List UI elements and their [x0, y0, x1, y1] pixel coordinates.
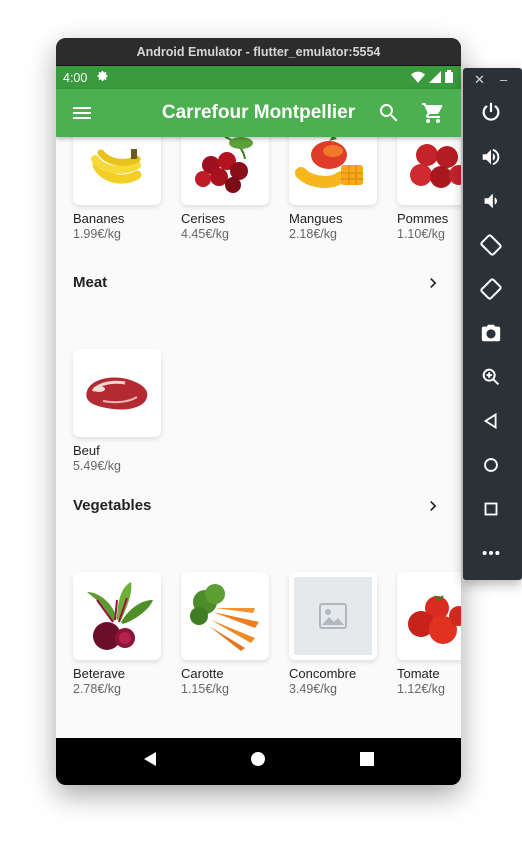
product-price: 1.10€/kg — [397, 227, 445, 241]
volume-down-icon[interactable] — [480, 190, 504, 214]
product-price: 5.49€/kg — [73, 459, 121, 473]
recents-icon[interactable] — [359, 751, 375, 772]
search-icon[interactable] — [377, 101, 401, 125]
product-name: Beuf — [73, 443, 100, 458]
product-image — [289, 572, 377, 660]
section-title: Vegetables — [73, 497, 152, 514]
product-name: Carotte — [181, 666, 224, 681]
product-price: 2.18€/kg — [289, 227, 337, 241]
product-name: Concombre — [289, 666, 357, 681]
home-icon[interactable] — [480, 454, 504, 478]
product-name: Beterave — [73, 666, 126, 681]
product-price: 2.78€/kg — [73, 682, 121, 696]
product-name: Pommes — [397, 211, 449, 226]
back-icon[interactable] — [142, 751, 158, 772]
emulator-side-panel: ✕ – — [463, 68, 522, 580]
power-icon[interactable] — [480, 101, 504, 125]
product-name: Mangues — [289, 211, 343, 226]
close-icon[interactable]: ✕ — [474, 72, 485, 88]
chevron-right-icon[interactable] — [423, 496, 443, 516]
app-bar: Carrefour Montpellier — [56, 89, 461, 137]
image-placeholder-icon — [319, 603, 347, 629]
emulator-window: Android Emulator - flutter_emulator:5554… — [56, 38, 461, 785]
product-card[interactable]: Mangues 2.18€/kg — [289, 137, 377, 241]
battery-icon — [445, 70, 453, 86]
product-card[interactable]: Beuf 5.49€/kg — [73, 349, 161, 473]
product-price: 3.49€/kg — [289, 682, 337, 696]
overview-icon[interactable] — [480, 498, 504, 522]
product-image — [181, 572, 269, 660]
back-icon[interactable] — [480, 410, 504, 434]
product-list[interactable]: Bananes 1.99€/kg Cerises 4.45€/kg Mangue… — [56, 137, 461, 714]
product-name: Bananes — [73, 211, 125, 226]
gear-icon — [97, 70, 109, 85]
product-card[interactable]: Pommes 1.10€/kg — [397, 137, 461, 241]
android-navbar — [56, 738, 461, 785]
device-screen: 4:00 Carrefour Montpellier Bananes 1.99€… — [56, 66, 461, 785]
zoom-icon[interactable] — [480, 366, 504, 390]
volume-up-icon[interactable] — [480, 146, 504, 170]
status-time: 4:00 — [63, 70, 88, 85]
product-name: Tomate — [397, 666, 440, 681]
vegetables-row[interactable]: Beterave 2.78€/kg Carotte 1.15€/kg Conco… — [73, 572, 461, 696]
wifi-icon — [411, 71, 425, 86]
product-image — [397, 137, 461, 205]
product-image — [289, 137, 377, 205]
more-icon[interactable] — [480, 542, 504, 566]
product-card[interactable]: Tomate 1.12€/kg — [397, 572, 461, 696]
cart-icon[interactable] — [421, 101, 445, 125]
status-bar: 4:00 — [56, 66, 461, 89]
section-header-vegetables[interactable]: Vegetables — [73, 494, 443, 518]
camera-icon[interactable] — [480, 322, 504, 346]
home-icon[interactable] — [250, 751, 266, 772]
side-panel-top: ✕ – — [463, 68, 522, 92]
product-price: 4.45€/kg — [181, 227, 229, 241]
meat-row[interactable]: Beuf 5.49€/kg — [73, 349, 161, 473]
product-name: Cerises — [181, 211, 226, 226]
rotate-right-icon[interactable] — [480, 278, 504, 302]
section-header-meat[interactable]: Meat — [73, 271, 443, 295]
product-price: 1.15€/kg — [181, 682, 229, 696]
product-image — [73, 349, 161, 437]
product-image — [73, 137, 161, 205]
fruits-row[interactable]: Bananes 1.99€/kg Cerises 4.45€/kg Mangue… — [73, 137, 461, 241]
rotate-left-icon[interactable] — [480, 234, 504, 258]
product-card[interactable]: Carotte 1.15€/kg — [181, 572, 269, 696]
product-card[interactable]: Bananes 1.99€/kg — [73, 137, 161, 241]
section-title: Meat — [73, 274, 108, 291]
window-title: Android Emulator - flutter_emulator:5554 — [56, 38, 461, 66]
product-price: 1.12€/kg — [397, 682, 445, 696]
signal-icon — [429, 70, 441, 86]
minimize-icon[interactable]: – — [500, 72, 507, 87]
product-price: 1.99€/kg — [73, 227, 121, 241]
product-image — [73, 572, 161, 660]
product-image — [181, 137, 269, 205]
product-card[interactable]: Cerises 4.45€/kg — [181, 137, 269, 241]
product-image — [397, 572, 461, 660]
product-card[interactable]: Concombre 3.49€/kg — [289, 572, 377, 696]
chevron-right-icon[interactable] — [423, 273, 443, 293]
product-card[interactable]: Beterave 2.78€/kg — [73, 572, 161, 696]
